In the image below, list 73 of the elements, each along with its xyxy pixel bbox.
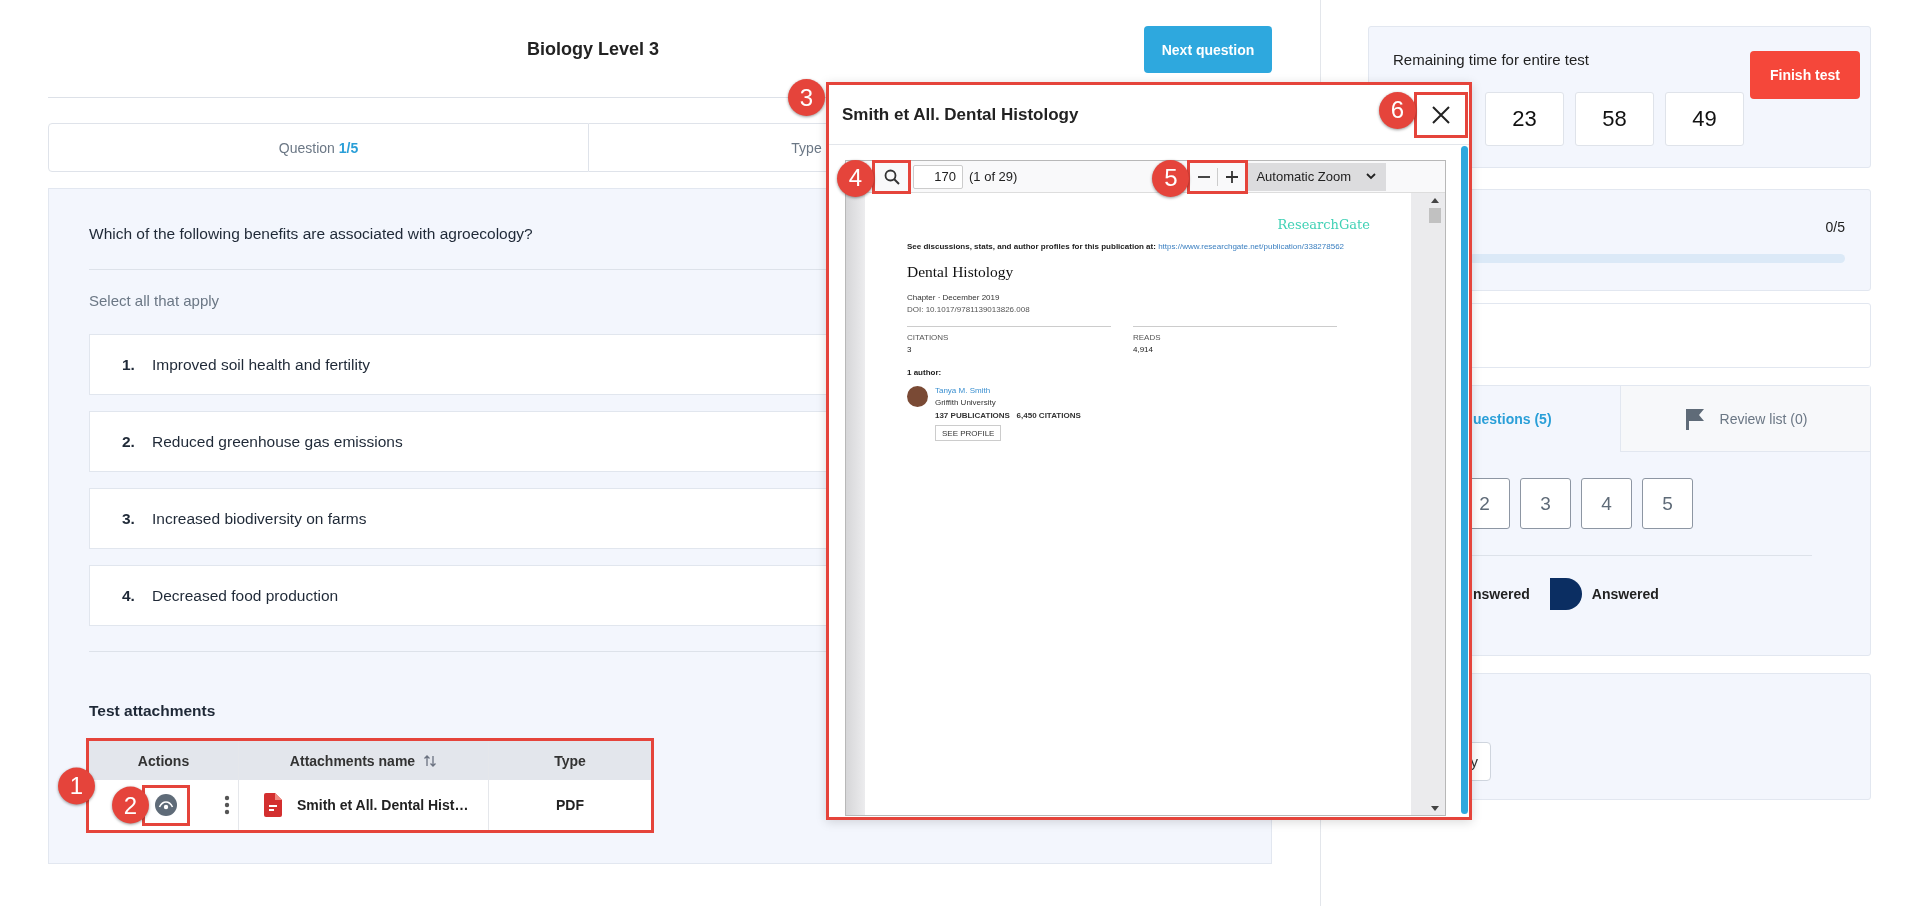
answered-status-icon [1549,578,1582,610]
doi-text: DOI: 10.1017/9781139013826.008 [906,305,1031,314]
scroll-up-icon [1431,198,1439,203]
finish-test-button[interactable]: Finish test [1750,51,1860,99]
stat-value: 3 [906,345,913,354]
page-title: Biology Level 3 [527,39,660,60]
author-affiliation: Griffith University [934,398,997,407]
legend-label: nswered [1473,586,1530,602]
option-number: 2. [122,432,136,451]
close-icon [1431,104,1451,125]
question-number-button[interactable]: 4 [1581,478,1632,529]
chapter-date: Chapter · December 2019 [906,293,1001,302]
see-profile-button[interactable]: SEE PROFILE [934,425,1002,441]
progress-count: 0/5 [1824,219,1845,235]
document-title: Dental Histology [906,263,1015,281]
option-text: Reduced greenhouse gas emissions [152,432,403,451]
section-title: Test attachments [89,702,217,720]
notice-text: See discussions, stats, and author profiles for this publication at: https://www.researchgate.net/publication/338278562 [906,242,1346,251]
question-number-button[interactable]: 3 [1520,478,1571,529]
instruction-text: Select all that apply [89,292,220,309]
author-name[interactable]: Tanya M. Smith [934,386,1081,395]
eye-icon [155,794,177,816]
page-number-field[interactable]: 170 [913,164,963,189]
stat-value: 4,914 [1132,345,1154,354]
tab[interactable]: Review list (0) [1620,386,1870,452]
view-button[interactable] [145,787,187,823]
option-number: 1. [122,355,136,374]
avatar [906,386,928,407]
callout-badge: 2 [112,786,149,824]
question-number-button[interactable]: 5 [1642,478,1693,529]
authors-label: 1 author: [906,368,943,377]
option-text: Decreased food production [152,586,339,605]
search-button[interactable] [875,162,908,191]
question-counter: Question 1/5 [278,139,359,156]
author-stats: 137 PUBLICATIONS 6,450 CITATIONS [934,411,1081,420]
page-count: (1 of 29) [969,169,1018,184]
brand-name: ResearchGate [1276,217,1371,232]
callout-badge: 1 [58,767,95,804]
publication-link[interactable]: https://www.researchgate.net/publication/338278562 [1158,242,1345,251]
legend-label: Answered [1591,586,1659,602]
time-value: 49 [1665,92,1744,146]
column-header: Type [489,741,651,780]
dialog-scrollbar[interactable] [1461,146,1468,814]
minus-icon [1197,175,1210,178]
question-text: Which of the following benefits are associated with agroecology? [89,225,533,243]
timer-label: Remaining time for entire test [1393,51,1590,68]
option-number: 4. [122,586,136,605]
file-name: Smith et All. Dental Hist… [297,797,469,813]
flag-icon [1683,407,1706,430]
stat-label: READS [1132,333,1162,342]
callout-badge: 3 [788,79,825,116]
table-cell-text: PDF [555,796,585,815]
scroll-down-icon [1431,806,1439,811]
type-label: Type [791,139,822,156]
column-header: Actions [89,741,239,780]
zoom-dropdown[interactable]: Automatic Zoom [1248,162,1387,191]
dialog-title: Smith et All. Dental Histology [842,104,1079,125]
callout-badge: 6 [1379,91,1416,129]
option-number: 3. [122,509,136,528]
scrollbar-thumb[interactable] [1429,208,1441,223]
callout-badge: 5 [1152,159,1190,197]
option-text: Increased biodiversity on farms [152,509,367,528]
search-icon [883,168,900,185]
time-value: 23 [1485,92,1564,146]
file-icon [264,793,282,817]
chevron-down-icon [1366,173,1377,180]
option-text: Improved soil health and fertility [152,355,370,374]
callout-badge: 4 [837,159,874,197]
more-options-icon [224,795,230,815]
time-value: 58 [1575,92,1654,146]
stat-label: CITATIONS [906,333,950,342]
close-button[interactable] [1417,94,1465,135]
plus-icon [1224,169,1239,184]
